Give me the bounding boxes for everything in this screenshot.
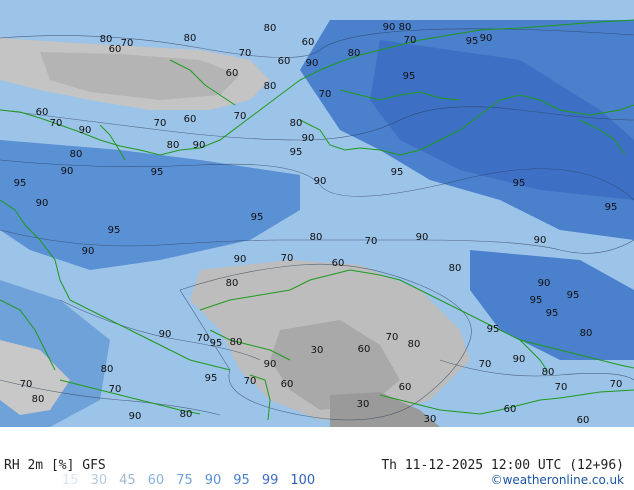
contour-label: 90 — [193, 140, 206, 151]
legend-item: 75 — [176, 473, 193, 488]
contour-label: 95 — [403, 71, 416, 82]
contour-label: 80 — [70, 149, 83, 160]
contour-label: 70 — [50, 118, 63, 129]
contour-label: 80 — [290, 118, 303, 129]
contour-label: 80 — [226, 278, 239, 289]
contour-label: 95 — [513, 178, 526, 189]
contour-label: 90 — [129, 411, 142, 422]
contour-label: 70 — [121, 38, 134, 49]
contour-label: 95 — [605, 202, 618, 213]
contour-label: 60 — [109, 44, 122, 55]
legend-item: 90 — [204, 473, 222, 488]
contour-label: 80 — [167, 140, 180, 151]
map-title: RH 2m [%] GFS — [4, 458, 106, 473]
contour-label: 80 — [32, 394, 45, 405]
legend-item: 95 — [233, 473, 250, 488]
contour-label: 60 — [226, 68, 239, 79]
contour-label: 70 — [404, 35, 417, 46]
contour-label: 70 — [244, 376, 257, 387]
contour-label: 70 — [197, 333, 210, 344]
contour-label: 90 — [234, 254, 247, 265]
map-canvas: 80 90 8080 70 80 70 95 9060 70608060 9060 95807060… — [0, 0, 634, 427]
contour-label: 95 — [567, 290, 580, 301]
contour-label: 90 — [36, 198, 49, 209]
contour-label: 95 — [210, 338, 223, 349]
contour-label: 60 — [577, 415, 590, 426]
contour-label: 90 — [306, 58, 319, 69]
contour-label: 80 — [408, 339, 421, 350]
legend-item: 45 — [119, 473, 136, 488]
contour-label: 70 — [365, 236, 378, 247]
contour-label: 60 — [399, 382, 412, 393]
contour-label: 70 — [319, 89, 332, 100]
contour-label: 95 — [151, 167, 164, 178]
contour-label: 70 — [239, 48, 252, 59]
contour-label: 70 — [281, 253, 294, 264]
contour-label: 80 — [449, 263, 462, 274]
contour-label: 70 — [479, 359, 492, 370]
contour-label: 95 — [205, 373, 218, 384]
contour-label: 80 — [264, 81, 277, 92]
contour-label: 60 — [358, 344, 371, 355]
contour-label: 60 — [332, 258, 345, 269]
contour-label: 70 — [386, 332, 399, 343]
contour-label: 90 — [79, 125, 92, 136]
contour-label: 80 — [348, 48, 361, 59]
contour-label: 80 — [580, 328, 593, 339]
contour-label: 60 — [504, 404, 517, 415]
contour-label: 70 — [555, 382, 568, 393]
contour-label: 80 — [542, 367, 555, 378]
contour-label: 90 — [61, 166, 74, 177]
contour-label: 90 — [302, 133, 315, 144]
contour-label: 60 — [281, 379, 294, 390]
contour-label: 80 — [264, 23, 277, 34]
legend-item: 15 — [62, 473, 79, 488]
contour-label: 30 — [311, 345, 324, 356]
contour-label: 70 — [610, 379, 623, 390]
contour-label: 90 — [159, 329, 172, 340]
contour-label: 95 — [530, 295, 543, 306]
contour-label: 95 — [251, 212, 264, 223]
contour-label: 80 — [184, 33, 197, 44]
contour-label: 95 — [546, 308, 559, 319]
contour-label: 90 — [383, 22, 396, 33]
contour-label: 80 — [101, 364, 114, 375]
contour-label: 70 — [20, 379, 33, 390]
contour-label: 90 — [538, 278, 551, 289]
legend-item: 60 — [147, 473, 165, 488]
contour-label: 90 — [82, 246, 95, 257]
contour-label: 80 — [180, 409, 193, 420]
contour-label: 90 — [314, 176, 327, 187]
contour-label: 90 — [513, 354, 526, 365]
rh-map: 80 90 80 80 70 80 70 95 90 60 70 60 80 60 90 60 95 80 70 60… — [0, 0, 634, 427]
contour-label: 80 — [310, 232, 323, 243]
contour-label: 80 — [230, 337, 243, 348]
contour-label: 90 — [534, 235, 547, 246]
contour-label: 95 — [466, 36, 479, 47]
map-datetime: Th 11-12-2025 12:00 UTC (12+96) — [381, 458, 624, 473]
contour-label: 70 — [154, 118, 167, 129]
contour-label: 90 — [416, 232, 429, 243]
contour-label: 90 — [264, 359, 277, 370]
contour-label: 95 — [108, 225, 121, 236]
legend-item: 100 — [290, 473, 316, 488]
contour-label: 70 — [234, 111, 247, 122]
contour-label: 60 — [302, 37, 315, 48]
contour-label: 95 — [14, 178, 27, 189]
contour-label: 60 — [184, 114, 197, 125]
credit-link[interactable]: ©weatheronline.co.uk — [491, 473, 624, 487]
contour-label: 30 — [424, 414, 437, 425]
contour-label: 95 — [290, 147, 303, 158]
contour-label: 90 — [480, 33, 493, 44]
contour-label: 95 — [487, 324, 500, 335]
contour-label: 30 — [357, 399, 370, 410]
contour-label: 80 — [399, 22, 412, 33]
legend-item: 30 — [90, 473, 108, 488]
contour-label: 70 — [109, 384, 122, 395]
contour-label: 60 — [278, 56, 291, 67]
contour-label: 60 — [36, 107, 49, 118]
contour-label: 95 — [391, 167, 404, 178]
color-legend: 15 30 45 60 75 90 95 99 100 — [62, 473, 327, 488]
legend-item: 99 — [261, 473, 279, 488]
